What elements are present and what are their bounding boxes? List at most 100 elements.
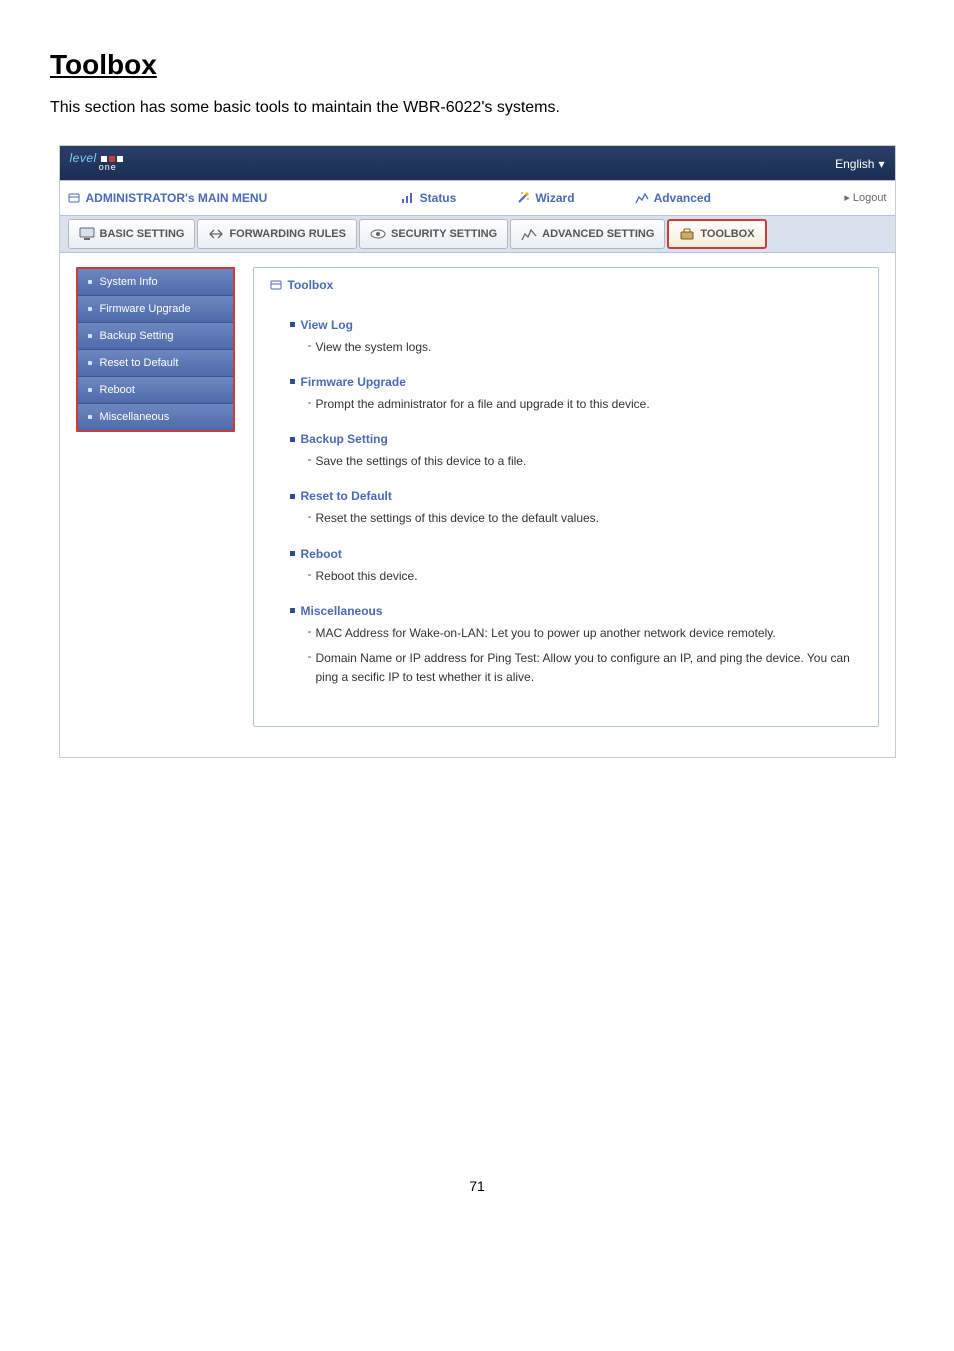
doc-intro: This section has some basic tools to mai…	[50, 99, 904, 117]
sidebar-item-reset-default[interactable]: Reset to Default	[78, 350, 233, 377]
monitor-icon	[79, 227, 95, 241]
feature-title: Reset to Default	[301, 489, 392, 503]
main-panel-title-row: Toolbox	[270, 278, 862, 292]
forwarding-icon	[208, 227, 224, 241]
feature-desc: Prompt the administrator for a file and …	[316, 395, 862, 414]
toolbox-icon	[679, 227, 695, 241]
bullet-icon	[88, 307, 92, 311]
tab-advanced-setting[interactable]: ADVANCED SETTING	[510, 219, 665, 249]
feature-title-row: View Log	[290, 318, 862, 332]
brand-text-bottom: one	[99, 162, 117, 172]
page-number: 71	[50, 1178, 904, 1194]
feature-reset-default: Reset to Default -Reset the settings of …	[290, 489, 862, 528]
nav-status-label: Status	[420, 191, 457, 205]
main-panel: Toolbox View Log -View the system logs. …	[253, 267, 879, 727]
feature-title-row: Firmware Upgrade	[290, 375, 862, 389]
sidebar-item-reboot[interactable]: Reboot	[78, 377, 233, 404]
sidebar-item-label: System Info	[100, 276, 158, 288]
feature-title-row: Reset to Default	[290, 489, 862, 503]
sidebar-item-system-info[interactable]: System Info	[78, 269, 233, 296]
nav-wizard[interactable]: Wizard	[516, 191, 574, 205]
nav-advanced[interactable]: Advanced	[635, 191, 711, 205]
feature-desc: Domain Name or IP address for Ping Test:…	[316, 649, 862, 687]
feature-desc: MAC Address for Wake-on-LAN: Let you to …	[316, 624, 862, 643]
language-label: English	[835, 157, 874, 171]
content-area: System Info Firmware Upgrade Backup Sett…	[60, 253, 895, 757]
dash-icon: -	[308, 395, 312, 409]
dot-icon	[290, 437, 295, 442]
feature-title: Firmware Upgrade	[301, 375, 406, 389]
doc-title: Toolbox	[50, 49, 904, 81]
chevron-down-icon: ▾	[878, 157, 884, 171]
feature-desc: Save the settings of this device to a fi…	[316, 452, 862, 471]
brand-logo: level one	[70, 156, 123, 172]
router-admin-app: level one English ▾ ADMINISTRATOR's MAIN…	[59, 145, 896, 758]
tab-forwarding-label: FORWARDING RULES	[229, 228, 346, 240]
tab-basic-label: BASIC SETTING	[100, 228, 185, 240]
advanced-chart-icon	[521, 227, 537, 241]
dash-icon: -	[308, 338, 312, 352]
security-eye-icon	[370, 227, 386, 241]
sidebar-item-label: Reboot	[100, 384, 135, 396]
nav-status[interactable]: Status	[401, 191, 457, 205]
bullet-icon	[88, 388, 92, 392]
tab-basic-setting[interactable]: BASIC SETTING	[68, 219, 196, 249]
feature-title: Miscellaneous	[301, 604, 383, 618]
triangle-right-icon: ▸	[844, 191, 850, 204]
bullet-icon	[88, 415, 92, 419]
tabs-row: BASIC SETTING FORWARDING RULES SECURITY …	[60, 216, 895, 253]
feature-view-log: View Log -View the system logs.	[290, 318, 862, 357]
feature-reboot: Reboot -Reboot this device.	[290, 547, 862, 586]
tab-forwarding-rules[interactable]: FORWARDING RULES	[197, 219, 357, 249]
feature-title-row: Miscellaneous	[290, 604, 862, 618]
dot-icon	[290, 551, 295, 556]
tab-security-setting[interactable]: SECURITY SETTING	[359, 219, 508, 249]
logout-link[interactable]: ▸ Logout	[844, 191, 886, 204]
feature-title: Reboot	[301, 547, 342, 561]
tab-advanced-label: ADVANCED SETTING	[542, 228, 654, 240]
feature-desc: Reset the settings of this device to the…	[316, 509, 862, 528]
main-panel-title: Toolbox	[288, 278, 334, 292]
feature-miscellaneous: Miscellaneous -MAC Address for Wake-on-L…	[290, 604, 862, 688]
feature-title-row: Backup Setting	[290, 432, 862, 446]
dash-icon: -	[308, 509, 312, 523]
feature-title-row: Reboot	[290, 547, 862, 561]
feature-desc: Reboot this device.	[316, 567, 862, 586]
sidebar-item-label: Miscellaneous	[100, 411, 170, 423]
dash-icon: -	[308, 649, 312, 663]
nav-wizard-label: Wizard	[535, 191, 574, 205]
language-selector[interactable]: English ▾	[835, 157, 884, 171]
feature-title: Backup Setting	[301, 432, 388, 446]
sidebar-item-firmware-upgrade[interactable]: Firmware Upgrade	[78, 296, 233, 323]
status-bars-icon	[401, 192, 415, 204]
wizard-wand-icon	[516, 191, 530, 205]
main-nav: ADMINISTRATOR's MAIN MENU Status Wizard …	[60, 180, 895, 216]
sidebar-item-miscellaneous[interactable]: Miscellaneous	[78, 404, 233, 430]
tab-toolbox[interactable]: TOOLBOX	[667, 219, 766, 249]
logout-label: Logout	[853, 192, 887, 204]
sidebar-item-label: Backup Setting	[100, 330, 174, 342]
sidebar-item-backup-setting[interactable]: Backup Setting	[78, 323, 233, 350]
feature-backup-setting: Backup Setting -Save the settings of thi…	[290, 432, 862, 471]
tab-toolbox-label: TOOLBOX	[700, 228, 754, 240]
bullet-icon	[88, 361, 92, 365]
feature-title: View Log	[301, 318, 353, 332]
bullet-icon	[88, 280, 92, 284]
panel-title-icon	[270, 279, 282, 291]
nav-items: Status Wizard Advanced	[267, 191, 844, 205]
brand-bar: level one English ▾	[60, 146, 895, 180]
dot-icon	[290, 608, 295, 613]
bullet-icon	[88, 334, 92, 338]
dash-icon: -	[308, 452, 312, 466]
tab-security-label: SECURITY SETTING	[391, 228, 497, 240]
nav-advanced-label: Advanced	[654, 191, 711, 205]
feature-desc: View the system logs.	[316, 338, 862, 357]
main-menu-link[interactable]: ADMINISTRATOR's MAIN MENU	[68, 191, 268, 205]
sidebar: System Info Firmware Upgrade Backup Sett…	[76, 267, 235, 432]
main-menu-label: ADMINISTRATOR's MAIN MENU	[86, 191, 268, 205]
brand-text-top: level	[70, 151, 97, 165]
dot-icon	[290, 379, 295, 384]
menu-icon	[68, 192, 80, 204]
sidebar-item-label: Reset to Default	[100, 357, 179, 369]
advanced-icon	[635, 192, 649, 204]
